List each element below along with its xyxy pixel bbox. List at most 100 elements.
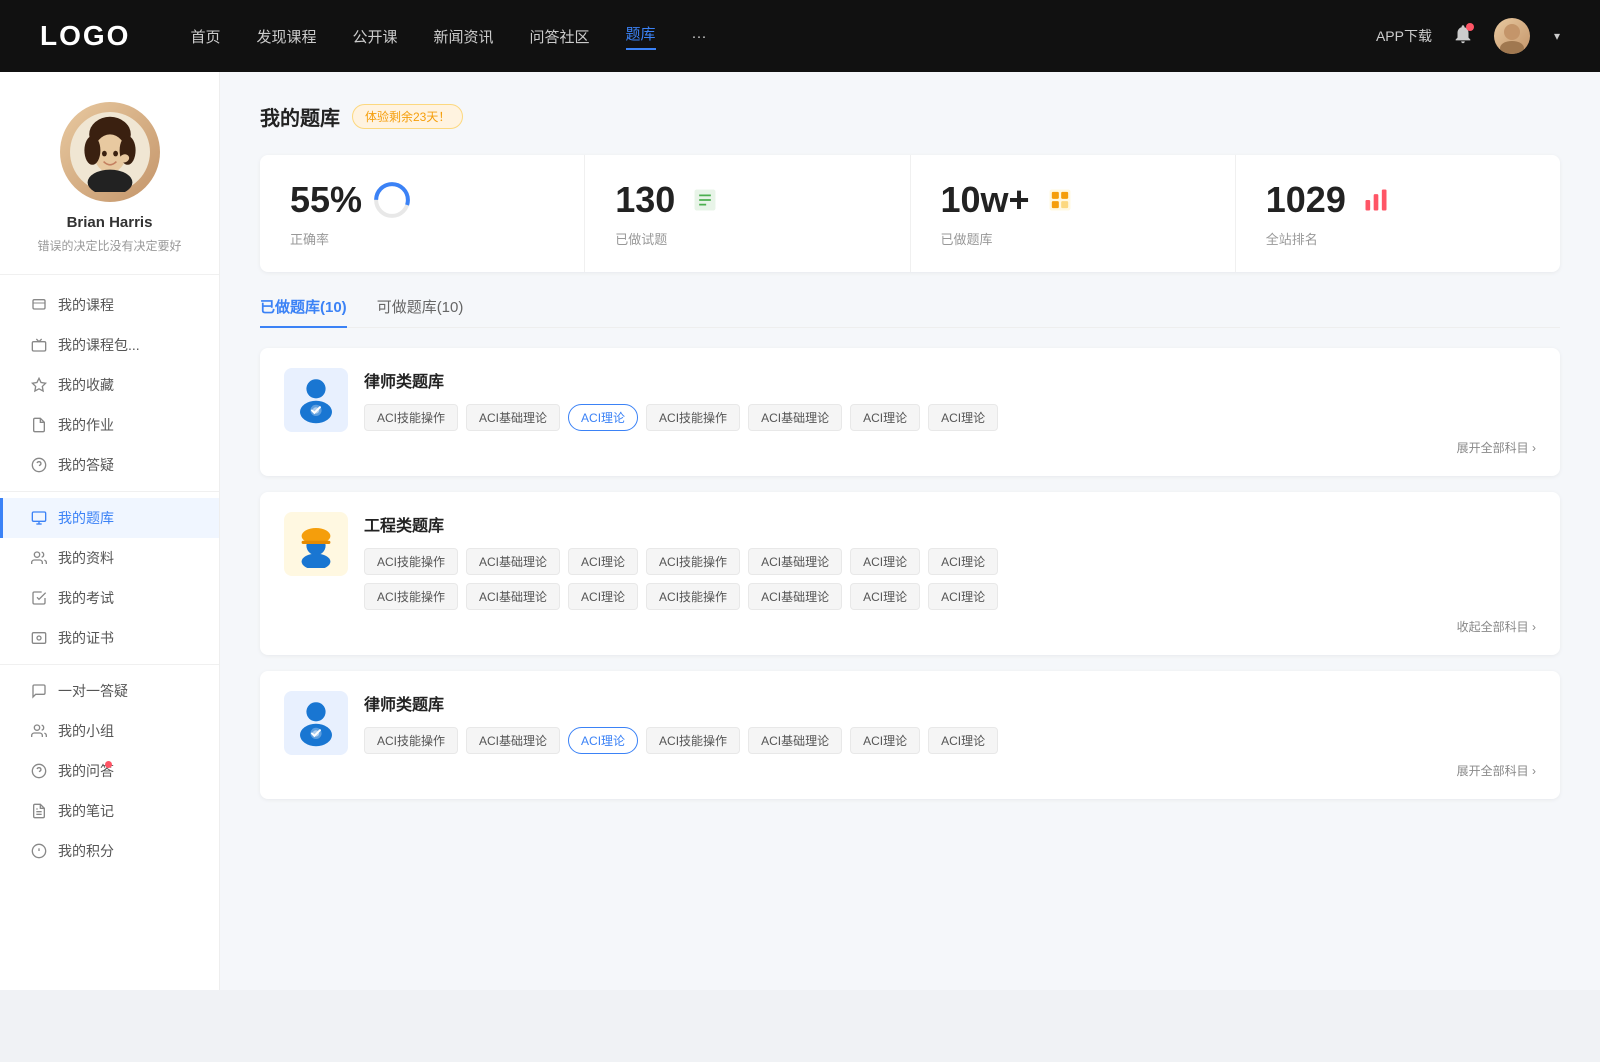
bank-card-2-title: 律师类题库 xyxy=(364,691,1536,715)
bank-card-0-header: 律师类题库 ACI技能操作 ACI基础理论 ACI理论 ACI技能操作 ACI基… xyxy=(284,368,1536,456)
tag-1-r2-5[interactable]: ACI理论 xyxy=(850,583,920,610)
oneone-icon xyxy=(30,682,48,700)
tag-1-r2-0[interactable]: ACI技能操作 xyxy=(364,583,458,610)
notification-bell[interactable] xyxy=(1452,23,1474,50)
sidebar-item-my-note[interactable]: 我的笔记 xyxy=(0,791,219,831)
tag-1-1[interactable]: ACI基础理论 xyxy=(466,548,560,575)
tag-2-3[interactable]: ACI技能操作 xyxy=(646,727,740,754)
tag-1-r2-1[interactable]: ACI基础理论 xyxy=(466,583,560,610)
tag-1-2[interactable]: ACI理论 xyxy=(568,548,638,575)
tag-2-5[interactable]: ACI理论 xyxy=(850,727,920,754)
sidebar: Brian Harris 错误的决定比没有决定要好 我的课程 我的课程包... xyxy=(0,72,220,990)
tag-2-1[interactable]: ACI基础理论 xyxy=(466,727,560,754)
nav-home[interactable]: 首页 xyxy=(190,26,220,47)
sidebar-item-my-group[interactable]: 我的小组 xyxy=(0,711,219,751)
profile-motto: 错误的决定比没有决定要好 xyxy=(20,237,199,254)
bank-card-0-title: 律师类题库 xyxy=(364,368,1536,392)
tag-2-6[interactable]: ACI理论 xyxy=(928,727,998,754)
sidebar-item-my-cert[interactable]: 我的证书 xyxy=(0,618,219,658)
tag-1-6[interactable]: ACI理论 xyxy=(928,548,998,575)
nav-open-course[interactable]: 公开课 xyxy=(352,26,397,47)
tag-1-r2-6[interactable]: ACI理论 xyxy=(928,583,998,610)
stat-value-correct: 55% xyxy=(290,179,362,221)
app-download-button[interactable]: APP下载 xyxy=(1376,26,1432,46)
tag-1-r2-2[interactable]: ACI理论 xyxy=(568,583,638,610)
tag-0-4[interactable]: ACI基础理论 xyxy=(748,404,842,431)
tabs-row: 已做题库(10) 可做题库(10) xyxy=(260,296,1560,328)
nav-more[interactable]: ··· xyxy=(692,28,707,45)
divider-2 xyxy=(0,664,219,665)
bank-card-1-icon xyxy=(284,512,348,576)
avatar[interactable] xyxy=(1494,18,1530,54)
sidebar-label-my-homework: 我的作业 xyxy=(58,415,114,435)
bank-card-2-expand[interactable]: 展开全部科目 › xyxy=(364,762,1536,779)
exam-icon xyxy=(30,589,48,607)
tag-2-4[interactable]: ACI基础理论 xyxy=(748,727,842,754)
tag-1-0[interactable]: ACI技能操作 xyxy=(364,548,458,575)
tag-1-4[interactable]: ACI基础理论 xyxy=(748,548,842,575)
sidebar-item-my-profile[interactable]: 我的资料 xyxy=(0,538,219,578)
bank-card-2-icon xyxy=(284,691,348,755)
tab-available-banks[interactable]: 可做题库(10) xyxy=(377,296,464,327)
tag-0-2[interactable]: ACI理论 xyxy=(568,404,638,431)
stat-value-rank: 1029 xyxy=(1266,179,1346,221)
chart-icon xyxy=(1358,182,1394,218)
nav-question-bank[interactable]: 题库 xyxy=(626,23,656,50)
sidebar-item-my-package[interactable]: 我的课程包... xyxy=(0,325,219,365)
sidebar-item-one-one[interactable]: 一对一答疑 xyxy=(0,671,219,711)
bank-card-1: 工程类题库 ACI技能操作 ACI基础理论 ACI理论 ACI技能操作 ACI基… xyxy=(260,492,1560,655)
tag-1-3[interactable]: ACI技能操作 xyxy=(646,548,740,575)
tag-1-r2-3[interactable]: ACI技能操作 xyxy=(646,583,740,610)
bank-card-0-icon xyxy=(284,368,348,432)
stat-top-rank: 1029 xyxy=(1266,179,1530,221)
nav-discover[interactable]: 发现课程 xyxy=(256,26,316,47)
sidebar-label-my-score: 我的积分 xyxy=(58,841,114,861)
tag-1-5[interactable]: ACI理论 xyxy=(850,548,920,575)
stat-label-done: 已做试题 xyxy=(615,229,879,248)
sidebar-label-my-package: 我的课程包... xyxy=(58,335,140,355)
main-content: 我的题库 体验剩余23天！ 55% 正确率 xyxy=(220,72,1600,990)
sidebar-item-my-homework[interactable]: 我的作业 xyxy=(0,405,219,445)
tag-2-0[interactable]: ACI技能操作 xyxy=(364,727,458,754)
bank-card-1-expand[interactable]: 收起全部科目 › xyxy=(364,618,1536,635)
trial-badge: 体验剩余23天！ xyxy=(352,104,463,129)
sidebar-item-my-qa[interactable]: 我的答疑 xyxy=(0,445,219,485)
grid-icon xyxy=(1042,182,1078,218)
stat-label-correct: 正确率 xyxy=(290,229,554,248)
tag-0-5[interactable]: ACI理论 xyxy=(850,404,920,431)
profile-icon xyxy=(30,549,48,567)
tab-done-banks[interactable]: 已做题库(10) xyxy=(260,296,347,327)
sidebar-item-my-bank[interactable]: 我的题库 xyxy=(0,498,219,538)
bank-card-1-tags-row2: ACI技能操作 ACI基础理论 ACI理论 ACI技能操作 ACI基础理论 AC… xyxy=(364,583,1536,610)
bank-card-0-expand[interactable]: 展开全部科目 › xyxy=(364,439,1536,456)
bank-card-1-body: 工程类题库 ACI技能操作 ACI基础理论 ACI理论 ACI技能操作 ACI基… xyxy=(364,512,1536,635)
navbar: LOGO 首页 发现课程 公开课 新闻资讯 问答社区 题库 ··· APP下载 … xyxy=(0,0,1600,72)
avatar-dropdown-chevron[interactable]: ▾ xyxy=(1554,29,1560,43)
sidebar-item-my-question[interactable]: 我的问答 xyxy=(0,751,219,791)
tag-0-1[interactable]: ACI基础理论 xyxy=(466,404,560,431)
sidebar-item-my-score[interactable]: 我的积分 xyxy=(0,831,219,871)
homework-icon xyxy=(30,416,48,434)
nav-news[interactable]: 新闻资讯 xyxy=(434,26,494,47)
tag-0-3[interactable]: ACI技能操作 xyxy=(646,404,740,431)
tag-2-2[interactable]: ACI理论 xyxy=(568,727,638,754)
sidebar-label-my-bank: 我的题库 xyxy=(58,508,114,528)
my-question-dot xyxy=(105,761,112,768)
sidebar-profile: Brian Harris 错误的决定比没有决定要好 xyxy=(0,102,219,275)
page-title: 我的题库 xyxy=(260,102,340,131)
tag-0-0[interactable]: ACI技能操作 xyxy=(364,404,458,431)
sidebar-item-my-favorites[interactable]: 我的收藏 xyxy=(0,365,219,405)
sidebar-item-my-exam[interactable]: 我的考试 xyxy=(0,578,219,618)
bank-card-0-tags: ACI技能操作 ACI基础理论 ACI理论 ACI技能操作 ACI基础理论 AC… xyxy=(364,404,1536,431)
tag-1-r2-4[interactable]: ACI基础理论 xyxy=(748,583,842,610)
sidebar-label-my-profile: 我的资料 xyxy=(58,548,114,568)
bank-icon xyxy=(30,509,48,527)
navbar-right: APP下载 ▾ xyxy=(1376,18,1560,54)
question-icon xyxy=(30,456,48,474)
stat-correct-rate: 55% 正确率 xyxy=(260,155,585,272)
group-icon xyxy=(30,722,48,740)
sidebar-label-my-cert: 我的证书 xyxy=(58,628,114,648)
tag-0-6[interactable]: ACI理论 xyxy=(928,404,998,431)
sidebar-item-my-course[interactable]: 我的课程 xyxy=(0,285,219,325)
nav-qa-community[interactable]: 问答社区 xyxy=(530,26,590,47)
